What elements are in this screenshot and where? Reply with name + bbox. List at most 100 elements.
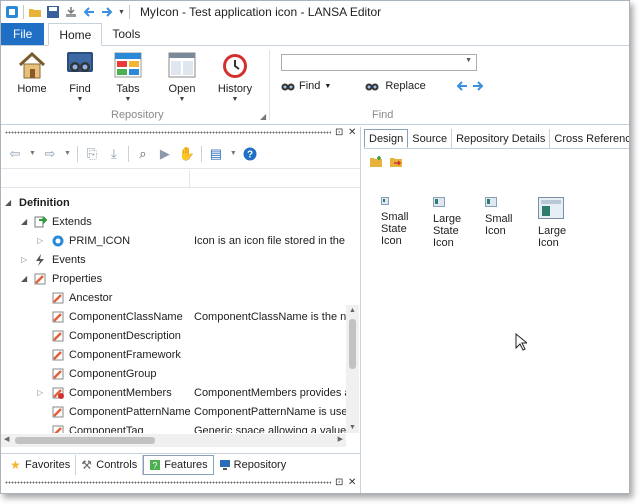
property-icon: [52, 368, 64, 379]
find-previous-icon[interactable]: [456, 80, 468, 92]
collapsed-arrow-icon[interactable]: ▷: [37, 388, 43, 397]
expanded-arrow-icon[interactable]: ◢: [21, 217, 27, 226]
tree-row-componentclassname[interactable]: ComponentClassName ComponentClassName is…: [1, 307, 347, 326]
tree-vertical-scrollbar[interactable]: ▲ ▼: [346, 305, 359, 433]
tree-row-extends[interactable]: ◢ Extends: [1, 212, 347, 231]
folder-move-icon[interactable]: [389, 155, 403, 168]
forward-arrow-icon[interactable]: [100, 5, 114, 19]
find-group-label: Find: [372, 109, 394, 121]
tab-favorites[interactable]: ★ Favorites: [5, 454, 77, 475]
history-clock-icon: [223, 54, 247, 78]
close-icon[interactable]: ✕: [348, 127, 356, 138]
large-state-icon-control[interactable]: Large State Icon: [433, 197, 461, 249]
tab-label: Repository: [233, 458, 287, 471]
pin-icon[interactable]: ⊡: [335, 127, 343, 138]
group-separator: [269, 50, 270, 120]
compile-icon[interactable]: [64, 5, 78, 19]
tree-row-events[interactable]: ▷ Events: [1, 250, 347, 269]
tab-repository-details[interactable]: Repository Details: [452, 129, 551, 148]
replace-binoculars-icon: [365, 83, 379, 91]
tab-repository[interactable]: Repository: [214, 455, 292, 475]
tree-row-componenttag[interactable]: ComponentTag Generic space allowing a va…: [1, 421, 347, 433]
tree-row-name: PRIM_ICON: [69, 234, 131, 247]
help-icon[interactable]: ?: [243, 147, 257, 161]
tree-row-componentframework[interactable]: ComponentFramework: [1, 345, 347, 364]
copy-icon[interactable]: ⎘: [84, 146, 100, 162]
tab-design[interactable]: Design: [364, 129, 409, 148]
scroll-left-icon[interactable]: ◀: [4, 435, 9, 443]
history-button[interactable]: History ▼: [212, 50, 258, 103]
find-button-label: Find: [69, 83, 91, 95]
small-icon-control[interactable]: Small Icon: [485, 197, 513, 237]
tree-row-componentgroup[interactable]: ComponentGroup: [1, 364, 347, 383]
find-next-icon[interactable]: [472, 80, 484, 92]
tree-row-prim-icon[interactable]: ▷ PRIM_ICON Icon is an icon file stored …: [1, 231, 347, 250]
design-canvas[interactable]: Small State Icon Large State Icon Small …: [364, 177, 629, 487]
save-icon[interactable]: [46, 5, 60, 19]
large-icon-control[interactable]: Large Icon: [538, 197, 566, 249]
binoculars-icon: [281, 83, 295, 91]
back-arrow-icon[interactable]: [82, 5, 96, 19]
tab-cross-references[interactable]: Cross References: [550, 129, 629, 148]
scroll-thumb[interactable]: [349, 319, 356, 369]
tab-features[interactable]: ? Features: [143, 454, 214, 475]
replace-button[interactable]: Replace: [365, 80, 426, 92]
small-state-icon-control[interactable]: Small State Icon: [381, 197, 409, 247]
find-actions: Find ▼ Replace: [281, 80, 484, 92]
tree-row-componentdescription[interactable]: ComponentDescription: [1, 326, 347, 345]
control-label: Large State Icon: [433, 213, 462, 249]
tree-row-properties[interactable]: ◢ Properties: [1, 269, 347, 288]
chevron-down-icon[interactable]: ▼: [230, 150, 237, 157]
collapsed-arrow-icon[interactable]: ▷: [37, 236, 43, 245]
group-launcher-icon[interactable]: ◢: [260, 112, 266, 121]
tab-file[interactable]: File: [1, 23, 45, 45]
find-search-combo[interactable]: ▼: [281, 54, 477, 71]
tree-row-name: Properties: [52, 272, 103, 285]
scroll-up-icon[interactable]: ▲: [349, 307, 356, 314]
tabs-button[interactable]: Tabs ▼: [105, 50, 151, 103]
chevron-down-icon[interactable]: ▼: [64, 150, 71, 157]
find-small-button[interactable]: Find ▼: [281, 80, 331, 92]
hand-icon[interactable]: ✋: [179, 146, 195, 162]
help-book-icon: ?: [150, 459, 161, 470]
scroll-thumb[interactable]: [15, 437, 155, 444]
tab-source[interactable]: Source: [408, 129, 453, 148]
property-icon: [52, 311, 64, 322]
control-label: Large Icon: [538, 225, 567, 249]
customize-dropdown-icon[interactable]: ▼: [118, 9, 125, 16]
find-large-button[interactable]: Find ▼: [57, 50, 103, 103]
tab-tools[interactable]: Tools: [102, 23, 150, 45]
pane-grip-bottom[interactable]: [5, 479, 331, 486]
open-button[interactable]: Open ▼: [159, 50, 205, 103]
tab-home[interactable]: Home: [48, 23, 103, 46]
tree-row-definition[interactable]: ◢ Definition: [1, 193, 347, 212]
close-icon[interactable]: ✕: [348, 477, 356, 488]
column-divider[interactable]: [189, 171, 190, 188]
forward-icon[interactable]: ⇨: [42, 146, 58, 162]
view-list-icon[interactable]: ▤: [208, 146, 224, 162]
collapsed-arrow-icon[interactable]: ▷: [21, 255, 27, 264]
play-icon[interactable]: ▶: [157, 146, 173, 162]
open-folder-icon[interactable]: [28, 5, 42, 19]
repository-feature-pane: ⊡ ✕ ⇦ ▼ ⇨ ▼ ⎘ ⤓ ⌕ ▶ ✋ ▤ ▼ ? ◢ Definition: [1, 127, 361, 493]
tree-row-componentmembers[interactable]: ▷ ComponentMembers ComponentMembers prov…: [1, 383, 347, 402]
back-icon[interactable]: ⇦: [7, 146, 23, 162]
download-icon[interactable]: ⤓: [106, 146, 122, 162]
tree-row-componentpatternname[interactable]: ComponentPatternName ComponentPatternNam…: [1, 402, 347, 421]
folder-add-icon[interactable]: [369, 155, 383, 168]
mouse-cursor-icon: [515, 333, 527, 351]
tab-controls[interactable]: ⚒ Controls: [76, 454, 144, 475]
tree-horizontal-scrollbar[interactable]: ◀ ▶: [1, 434, 346, 447]
tree-column-header[interactable]: [1, 171, 360, 188]
chevron-down-icon[interactable]: ▼: [29, 150, 36, 157]
scroll-down-icon[interactable]: ▼: [349, 424, 356, 431]
pane-grip[interactable]: [5, 129, 331, 136]
search-icon[interactable]: ⌕: [135, 146, 151, 162]
pin-icon[interactable]: ⊡: [335, 477, 343, 488]
home-button[interactable]: Home: [9, 50, 55, 95]
expanded-arrow-icon[interactable]: ◢: [5, 198, 11, 207]
tree-row-ancestor[interactable]: Ancestor: [1, 288, 347, 307]
expanded-arrow-icon[interactable]: ◢: [21, 274, 27, 283]
scroll-right-icon[interactable]: ▶: [338, 435, 343, 443]
separator: [200, 145, 202, 162]
